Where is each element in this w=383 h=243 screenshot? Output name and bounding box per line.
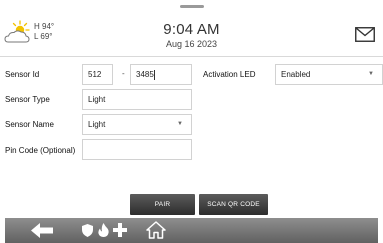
sensor-id-separator: - xyxy=(122,69,125,78)
chevron-down-icon: ▼ xyxy=(368,71,374,77)
time-display: 9:04 AM xyxy=(163,21,220,38)
chevron-down-icon: ▼ xyxy=(177,121,183,127)
back-arrow-icon[interactable] xyxy=(31,223,53,238)
sensor-type-field[interactable]: Light xyxy=(82,89,192,110)
home-icon[interactable] xyxy=(146,221,166,239)
activation-led-select[interactable]: Enabled ▼ xyxy=(275,64,383,85)
pin-code-field[interactable] xyxy=(82,139,192,160)
fire-icon[interactable] xyxy=(98,223,109,237)
date-display: Aug 16 2023 xyxy=(165,39,218,49)
scan-qr-code-button[interactable]: SCAN QR CODE xyxy=(199,194,268,215)
header-divider xyxy=(0,56,383,57)
sensor-name-value: Light xyxy=(88,120,106,129)
sensor-id-label: Sensor Id xyxy=(5,70,40,79)
sensor-id-value: 3485 xyxy=(136,70,154,79)
sensor-type-label: Sensor Type xyxy=(5,95,50,104)
text-cursor xyxy=(153,69,155,80)
activation-led-label: Activation LED xyxy=(203,70,256,79)
mail-icon[interactable] xyxy=(355,27,375,42)
pair-button[interactable]: PAIR xyxy=(130,194,195,215)
bottom-nav-bar xyxy=(5,218,378,243)
sensor-id-prefix-field: 512 xyxy=(82,64,113,85)
pull-down-handle[interactable] xyxy=(180,5,204,8)
clock: 9:04 AM Aug 16 2023 xyxy=(0,21,383,50)
medical-cross-icon[interactable] xyxy=(113,223,127,237)
screen: H 94° L 69° 9:04 AM Aug 16 2023 Sensor I… xyxy=(0,0,383,243)
sensor-name-label: Sensor Name xyxy=(5,120,54,129)
sensor-name-select[interactable]: Light ▼ xyxy=(82,114,192,135)
sensor-id-field[interactable]: 3485 xyxy=(130,64,192,85)
pin-code-label: Pin Code (Optional) xyxy=(5,146,76,155)
activation-led-value: Enabled xyxy=(281,70,311,79)
shield-icon[interactable] xyxy=(82,224,93,237)
